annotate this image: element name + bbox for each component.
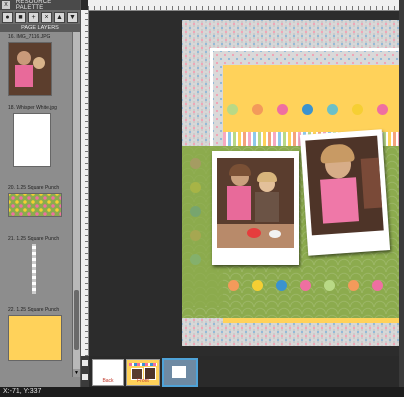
layer-thumbnail [8, 193, 62, 217]
close-icon[interactable]: x [2, 1, 10, 9]
dot-ornament [276, 280, 287, 291]
canvas-workspace[interactable] [89, 11, 399, 356]
layer-label: 18. Whisper White.jpg [8, 105, 57, 111]
status-bar: X:-71, Y:337 [0, 387, 404, 397]
page-layers-header: PAGE LAYERS [0, 24, 80, 32]
layer-thumbnail [13, 113, 51, 167]
chevron-up-icon[interactable] [82, 360, 88, 366]
dot-ornament [372, 280, 383, 291]
cursor-coordinates: X:-71, Y:337 [3, 388, 42, 395]
top-ruler [88, 0, 399, 11]
dot-ornament [324, 280, 335, 291]
photo-frame[interactable] [299, 129, 391, 256]
photo-frame[interactable] [212, 151, 299, 265]
dot-ornament [277, 104, 288, 115]
layer-item-whisper-white[interactable]: 18. Whisper White.jpg [8, 105, 66, 167]
left-ruler [81, 10, 89, 356]
page-strip-nav [81, 356, 89, 387]
eye-icon[interactable]: ● [2, 11, 13, 23]
layer-label: 16. IMG_7116.JPG [8, 34, 51, 40]
scrapbook-page[interactable] [182, 20, 399, 346]
layer-thumbnail [8, 42, 52, 96]
dot-ornament [227, 104, 238, 115]
photo-girl [305, 135, 384, 236]
dot-ornament [348, 280, 359, 291]
arrow-down-icon[interactable]: ▼ [67, 11, 78, 23]
chevron-down-icon[interactable] [82, 374, 88, 380]
page-thumb-label: Front [137, 378, 149, 384]
resource-palette: x RESOURCE PALETTE ● ■ + × ▲ ▼ PAGE LAYE… [0, 0, 81, 387]
page-thumb-content [172, 366, 186, 378]
layer-item-square-punch[interactable]: 20. 1.25 Square Punch [8, 185, 66, 217]
page-thumb-back[interactable]: Back [92, 359, 124, 386]
layer-item-photo[interactable]: 16. IMG_7116.JPG [8, 34, 66, 96]
delete-layer-icon[interactable]: × [41, 11, 52, 23]
layers-scrollbar[interactable]: ▼ [72, 32, 80, 377]
dot-ornament [252, 280, 263, 291]
palette-titlebar: x RESOURCE PALETTE [0, 0, 80, 11]
photo-kids-cooking [217, 158, 294, 248]
layer-thumbnail [32, 244, 36, 294]
dot-ornament [377, 104, 388, 115]
dot-ornament [252, 104, 263, 115]
app-window: x RESOURCE PALETTE ● ■ + × ▲ ▼ PAGE LAYE… [0, 0, 404, 397]
dot-ornament [228, 280, 239, 291]
page-thumb-front[interactable]: Front [126, 359, 160, 386]
layer-item-square-punch[interactable]: 21. 1.25 Square Punch [8, 236, 66, 294]
chevron-down-icon[interactable]: ▼ [73, 369, 80, 377]
dot-ornament [302, 104, 313, 115]
lock-icon[interactable]: ■ [15, 11, 26, 23]
layer-label: 20. 1.25 Square Punch [8, 185, 60, 191]
page-thumb-stripe [129, 363, 157, 366]
dot-ornament [352, 104, 363, 115]
layer-thumbnail [8, 315, 62, 361]
arrow-up-icon[interactable]: ▲ [54, 11, 65, 23]
layer-toolbar: ● ■ + × ▲ ▼ [0, 10, 80, 24]
page-strip: Back Front [81, 356, 399, 387]
page-thumb-selected[interactable] [162, 358, 198, 387]
scrollbar-thumb[interactable] [74, 290, 79, 350]
layer-item-square-punch[interactable]: 22. 1.25 Square Punch [8, 307, 66, 361]
page-thumb-label: Back [102, 378, 114, 384]
dot-ornament [300, 280, 311, 291]
layer-label: 22. 1.25 Square Punch [8, 307, 60, 313]
add-layer-icon[interactable]: + [28, 11, 39, 23]
layer-label: 21. 1.25 Square Punch [8, 236, 60, 242]
dot-ornament [327, 104, 338, 115]
canvas-scrollbar[interactable] [399, 0, 404, 387]
